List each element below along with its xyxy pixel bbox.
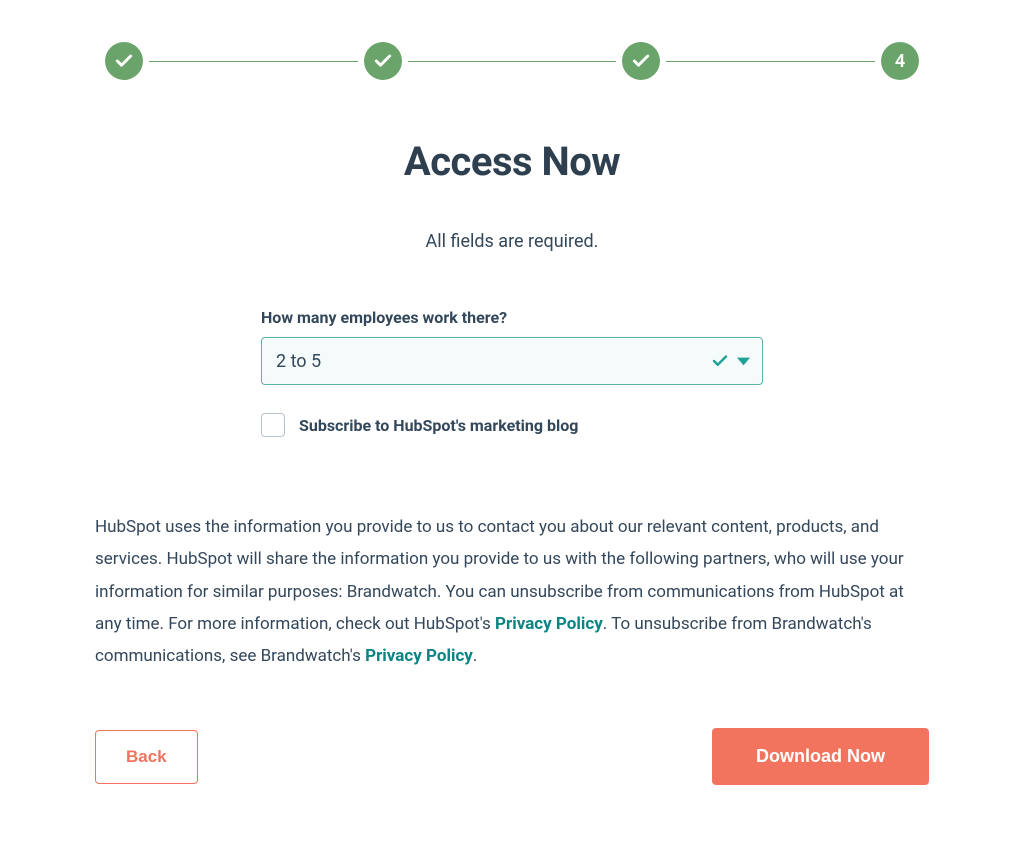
subscribe-label: Subscribe to HubSpot's marketing blog <box>299 416 578 435</box>
legal-text: HubSpot uses the information you provide… <box>95 511 929 672</box>
subscribe-row: Subscribe to HubSpot's marketing blog <box>261 413 763 437</box>
form-container: 4 Access Now All fields are required. Ho… <box>0 0 1024 825</box>
employees-label: How many employees work there? <box>261 308 763 327</box>
check-icon <box>114 51 134 71</box>
step-3-complete <box>622 42 660 80</box>
progress-line <box>666 61 875 62</box>
chevron-down-icon <box>737 355 750 368</box>
page-subtitle: All fields are required. <box>95 231 929 252</box>
check-icon <box>373 51 393 71</box>
step-1-complete <box>105 42 143 80</box>
hubspot-privacy-link[interactable]: Privacy Policy <box>495 614 603 634</box>
valid-check-icon <box>711 352 729 370</box>
select-indicators <box>711 352 750 370</box>
step-number: 4 <box>895 51 905 72</box>
step-2-complete <box>364 42 402 80</box>
employees-select[interactable]: 2 to 5 <box>261 337 763 385</box>
progress-line <box>408 61 617 62</box>
page-title: Access Now <box>95 138 929 185</box>
employees-value: 2 to 5 <box>276 351 321 372</box>
back-button[interactable]: Back <box>95 730 198 784</box>
step-4-current: 4 <box>881 42 919 80</box>
download-button[interactable]: Download Now <box>712 728 929 785</box>
progress-stepper: 4 <box>95 42 929 80</box>
form: How many employees work there? 2 to 5 Su… <box>261 308 763 437</box>
subscribe-checkbox[interactable] <box>261 413 285 437</box>
brandwatch-privacy-link[interactable]: Privacy Policy <box>365 646 473 666</box>
progress-line <box>149 61 358 62</box>
legal-part3: . <box>473 646 477 666</box>
check-icon <box>631 51 651 71</box>
button-row: Back Download Now <box>95 728 929 785</box>
